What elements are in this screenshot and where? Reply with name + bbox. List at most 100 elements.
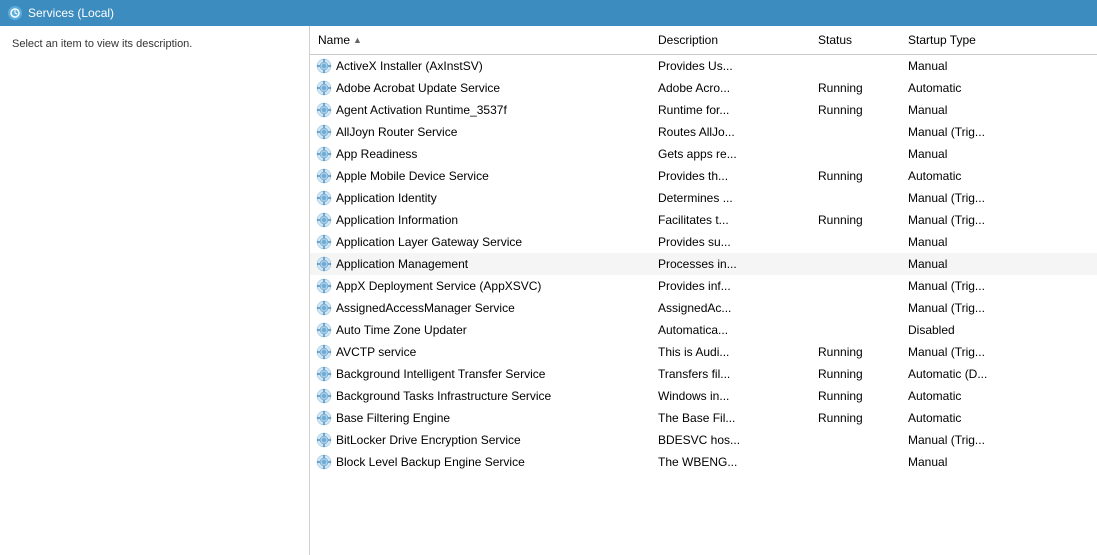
sort-arrow-icon: ▲	[353, 35, 362, 45]
service-name-cell: Application Layer Gateway Service	[310, 232, 650, 252]
service-startup-type-cell: Manual	[900, 101, 1097, 119]
service-description-cell: Provides su...	[650, 233, 810, 251]
services-window: Services (Local) Select an item to view …	[0, 0, 1097, 555]
table-header: Name ▲ Description Status Startup Type	[310, 26, 1097, 55]
table-row[interactable]: Application Layer Gateway Service Provide…	[310, 231, 1097, 253]
service-icon	[316, 410, 332, 426]
service-startup-type-cell: Manual	[900, 453, 1097, 471]
service-description-cell: Processes in...	[650, 255, 810, 273]
table-body[interactable]: ActiveX Installer (AxInstSV) Provides Us.…	[310, 55, 1097, 555]
service-name-cell: Auto Time Zone Updater	[310, 320, 650, 340]
service-description-cell: The Base Fil...	[650, 409, 810, 427]
service-icon	[316, 234, 332, 250]
service-name-label: Background Tasks Infrastructure Service	[336, 389, 551, 403]
service-name-label: AVCTP service	[336, 345, 416, 359]
service-description-cell: Provides Us...	[650, 57, 810, 75]
service-startup-type-cell: Manual (Trig...	[900, 211, 1097, 229]
column-header-startup-type[interactable]: Startup Type	[900, 30, 1097, 50]
service-status-cell	[810, 262, 900, 266]
table-row[interactable]: Apple Mobile Device ServiceProvides th..…	[310, 165, 1097, 187]
service-name-cell: AllJoyn Router Service	[310, 122, 650, 142]
service-status-cell	[810, 64, 900, 68]
left-panel-description: Select an item to view its description.	[12, 38, 192, 50]
service-status-cell	[810, 328, 900, 332]
service-description-cell: Routes AllJo...	[650, 123, 810, 141]
service-description-cell: Runtime for...	[650, 101, 810, 119]
table-row[interactable]: BitLocker Drive Encryption ServiceBDESVC…	[310, 429, 1097, 451]
table-row[interactable]: Background Tasks Infrastructure ServiceW…	[310, 385, 1097, 407]
column-header-name[interactable]: Name ▲	[310, 30, 650, 50]
service-startup-type-cell: Automatic	[900, 387, 1097, 405]
service-status-cell: Running	[810, 343, 900, 361]
service-icon	[316, 256, 332, 272]
service-name-label: AllJoyn Router Service	[336, 125, 457, 139]
table-row[interactable]: Application ManagementProcesses in...Man…	[310, 253, 1097, 275]
service-status-cell: Running	[810, 79, 900, 97]
service-status-cell	[810, 284, 900, 288]
service-icon	[316, 124, 332, 140]
services-table: Name ▲ Description Status Startup Type	[310, 26, 1097, 555]
service-startup-type-cell: Automatic (D...	[900, 365, 1097, 383]
column-header-description[interactable]: Description	[650, 30, 810, 50]
service-status-cell	[810, 196, 900, 200]
service-icon	[316, 454, 332, 470]
service-icon	[316, 344, 332, 360]
service-name-cell: Application Information	[310, 210, 650, 230]
service-status-cell: Running	[810, 211, 900, 229]
service-icon	[316, 322, 332, 338]
table-row[interactable]: Background Intelligent Transfer ServiceT…	[310, 363, 1097, 385]
table-row[interactable]: Adobe Acrobat Update ServiceAdobe Acro..…	[310, 77, 1097, 99]
service-startup-type-cell: Disabled	[900, 321, 1097, 339]
service-icon	[316, 146, 332, 162]
service-icon	[316, 432, 332, 448]
column-header-status[interactable]: Status	[810, 30, 900, 50]
service-name-label: BitLocker Drive Encryption Service	[336, 433, 521, 447]
table-row[interactable]: AppX Deployment Service (AppXSVC)Provide…	[310, 275, 1097, 297]
service-name-label: Auto Time Zone Updater	[336, 323, 467, 337]
table-row[interactable]: Auto Time Zone UpdaterAutomatica...Disab…	[310, 319, 1097, 341]
service-name-label: Application Layer Gateway Service	[336, 235, 522, 249]
table-row[interactable]: App ReadinessGets apps re...Manual	[310, 143, 1097, 165]
service-description-cell: This is Audi...	[650, 343, 810, 361]
table-row[interactable]: AllJoyn Router ServiceRoutes AllJo...Man…	[310, 121, 1097, 143]
service-icon	[316, 190, 332, 206]
table-row[interactable]: Block Level Backup Engine Service The WBE…	[310, 451, 1097, 473]
service-name-cell: Apple Mobile Device Service	[310, 166, 650, 186]
service-status-cell: Running	[810, 409, 900, 427]
service-startup-type-cell: Manual (Trig...	[900, 277, 1097, 295]
service-status-cell: Running	[810, 167, 900, 185]
service-startup-type-cell: Manual (Trig...	[900, 189, 1097, 207]
service-name-cell: Base Filtering Engine	[310, 408, 650, 428]
service-startup-type-cell: Automatic	[900, 79, 1097, 97]
service-name-label: Block Level Backup Engine Service	[336, 455, 525, 469]
window-icon	[8, 6, 22, 20]
service-status-cell: Running	[810, 387, 900, 405]
service-name-label: Application Management	[336, 257, 468, 271]
table-row[interactable]: Agent Activation Runtime_3537fRuntime fo…	[310, 99, 1097, 121]
service-name-cell: Background Tasks Infrastructure Service	[310, 386, 650, 406]
service-name-label: ActiveX Installer (AxInstSV)	[336, 59, 483, 73]
table-row[interactable]: AssignedAccessManager ServiceAssignedAc.…	[310, 297, 1097, 319]
service-description-cell: The WBENG...	[650, 453, 810, 471]
service-startup-type-cell: Manual	[900, 233, 1097, 251]
table-row[interactable]: ActiveX Installer (AxInstSV) Provides Us.…	[310, 55, 1097, 77]
service-name-label: Application Identity	[336, 191, 437, 205]
service-startup-type-cell: Manual (Trig...	[900, 343, 1097, 361]
table-row[interactable]: AVCTP service This is Audi...RunningManua…	[310, 341, 1097, 363]
table-row[interactable]: Application IdentityDetermines ...Manual…	[310, 187, 1097, 209]
service-icon	[316, 212, 332, 228]
table-row[interactable]: Application InformationFacilitates t...R…	[310, 209, 1097, 231]
service-startup-type-cell: Manual	[900, 57, 1097, 75]
service-status-cell	[810, 460, 900, 464]
service-status-cell: Running	[810, 101, 900, 119]
service-name-cell: Block Level Backup Engine Service	[310, 452, 650, 472]
service-description-cell: Provides inf...	[650, 277, 810, 295]
service-status-cell	[810, 306, 900, 310]
title-bar: Services (Local)	[0, 0, 1097, 26]
table-row[interactable]: Base Filtering EngineThe Base Fil...Runn…	[310, 407, 1097, 429]
service-status-cell	[810, 438, 900, 442]
service-name-label: Application Information	[336, 213, 458, 227]
service-name-cell: AppX Deployment Service (AppXSVC)	[310, 276, 650, 296]
service-status-cell	[810, 130, 900, 134]
service-icon	[316, 278, 332, 294]
